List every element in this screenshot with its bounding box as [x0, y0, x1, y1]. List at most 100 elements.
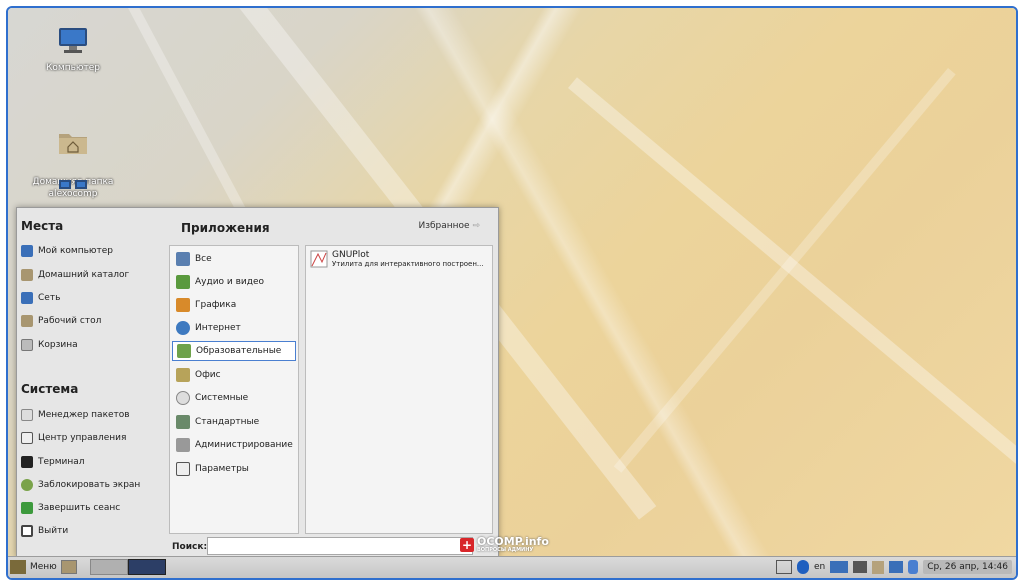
system-terminal[interactable]: Терминал: [21, 452, 85, 472]
category-label: Интернет: [195, 323, 241, 333]
clock[interactable]: Ср, 26 апр, 14:46: [923, 560, 1012, 574]
place-my-computer[interactable]: Мой компьютер: [21, 241, 113, 261]
system-lock-screen[interactable]: Заблокировать экран: [21, 475, 140, 495]
category-graphics[interactable]: Графика: [172, 295, 296, 315]
search-label: Поиск:: [172, 542, 208, 552]
menu-button[interactable]: Меню: [10, 559, 77, 575]
workspace-switcher[interactable]: [90, 559, 166, 575]
exit-icon: [21, 525, 33, 537]
place-label: Домашний каталог: [38, 270, 130, 280]
accessories-icon: [176, 415, 190, 429]
category-system[interactable]: Системные: [172, 388, 296, 408]
trash-icon: [21, 339, 33, 351]
desktop-icon-computer[interactable]: Компьютер: [28, 26, 118, 74]
watermark: + OCOMP.info ВОПРОСЫ АДМИНУ: [460, 536, 549, 553]
system-logout[interactable]: Завершить сеанс: [21, 498, 120, 518]
category-label: Стандартные: [195, 417, 260, 427]
system-exit[interactable]: Выйти: [21, 521, 68, 541]
computer-icon: [21, 245, 33, 257]
administration-icon: [176, 438, 190, 452]
folder-icon: [21, 269, 33, 281]
graphics-icon: [176, 298, 190, 312]
category-label: Графика: [195, 300, 237, 310]
settings-icon: [176, 462, 190, 476]
workspace-2[interactable]: [128, 559, 166, 575]
window-list-icon[interactable]: [775, 560, 792, 574]
applications-title: Приложения: [181, 221, 270, 235]
system-label: Менеджер пакетов: [38, 410, 130, 420]
menu-button-label: Меню: [30, 562, 57, 572]
screen-frame: Компьютер Домашняя папка alexocomp Места…: [6, 6, 1018, 580]
app-description: Утилита для интерактивного построен...: [332, 260, 484, 268]
show-desktop-icon[interactable]: [60, 560, 77, 574]
system-label: Терминал: [38, 457, 85, 467]
system-tray: en Ср, 26 апр, 14:46: [775, 559, 1012, 575]
search-input[interactable]: [207, 537, 473, 555]
system-icon: [176, 391, 190, 405]
system-label: Завершить сеанс: [38, 503, 121, 513]
category-settings[interactable]: Параметры: [172, 459, 296, 479]
office-icon: [176, 368, 190, 382]
category-label: Аудио и видео: [195, 277, 265, 287]
folder-icon: [21, 315, 33, 327]
system-package-manager[interactable]: Менеджер пакетов: [21, 405, 130, 425]
clipboard-icon[interactable]: [872, 560, 885, 574]
system-label: Центр управления: [38, 433, 127, 443]
all-apps-icon: [176, 252, 190, 266]
arrow-right-icon: ⇨: [472, 221, 480, 231]
favorites-label: Избранное: [418, 221, 470, 231]
system-title: Система: [21, 382, 79, 396]
category-list: Все Аудио и видео Графика Интернет Образ…: [169, 245, 299, 534]
network-status-icon[interactable]: [830, 561, 849, 573]
category-administration[interactable]: Администрирование: [172, 435, 296, 455]
category-label: Системные: [195, 393, 249, 403]
app-name: GNUPlot: [332, 250, 370, 260]
category-accessories[interactable]: Стандартные: [172, 412, 296, 432]
category-label: Администрирование: [195, 440, 293, 450]
places-title: Места: [21, 219, 64, 233]
storage-icon[interactable]: [908, 560, 919, 574]
system-label: Заблокировать экран: [38, 480, 141, 490]
volume-icon[interactable]: [853, 561, 868, 573]
system-control-center[interactable]: Центр управления: [21, 428, 126, 448]
category-internet[interactable]: Интернет: [172, 318, 296, 338]
workspace-1[interactable]: [90, 559, 128, 575]
network-icon: [21, 292, 33, 304]
network-icon: [28, 178, 118, 202]
education-icon: [177, 344, 191, 358]
category-office[interactable]: Офис: [172, 365, 296, 385]
watermark-text: OCOMP.info: [477, 535, 549, 548]
category-multimedia[interactable]: Аудио и видео: [172, 272, 296, 292]
place-desktop[interactable]: Рабочий стол: [21, 311, 101, 331]
package-icon: [21, 409, 33, 421]
place-label: Мой компьютер: [38, 246, 113, 256]
place-label: Сеть: [38, 293, 61, 303]
place-label: Рабочий стол: [38, 316, 102, 326]
display-icon[interactable]: [889, 561, 904, 573]
favorites-link[interactable]: Избранное ⇨: [418, 221, 480, 231]
category-label: Все: [195, 254, 212, 264]
taskbar: Меню en Ср, 26 апр, 14:46: [8, 556, 1016, 578]
place-label: Корзина: [38, 340, 78, 350]
keyboard-layout[interactable]: en: [814, 562, 825, 572]
application-list: GNUPlot Утилита для интерактивного постр…: [305, 245, 493, 534]
app-entry-gnuplot[interactable]: GNUPlot Утилита для интерактивного постр…: [310, 250, 488, 276]
lock-screen-icon: [21, 479, 33, 491]
internet-icon: [176, 321, 190, 335]
gnuplot-icon: [310, 250, 328, 268]
place-trash[interactable]: Корзина: [21, 335, 78, 355]
logout-icon: [21, 502, 33, 514]
control-center-icon: [21, 432, 33, 444]
multimedia-icon: [176, 275, 190, 289]
terminal-icon: [21, 456, 33, 468]
menu-logo-icon: [10, 560, 26, 574]
bluetooth-icon[interactable]: [796, 560, 809, 574]
place-network[interactable]: Сеть: [21, 288, 60, 308]
place-home[interactable]: Домашний каталог: [21, 265, 129, 285]
category-all[interactable]: Все: [172, 249, 296, 269]
category-label: Образовательные: [196, 346, 282, 356]
category-education[interactable]: Образовательные: [172, 341, 296, 361]
system-label: Выйти: [38, 526, 69, 536]
home-folder-icon: [28, 116, 118, 160]
desktop-icon-network[interactable]: [28, 178, 118, 206]
